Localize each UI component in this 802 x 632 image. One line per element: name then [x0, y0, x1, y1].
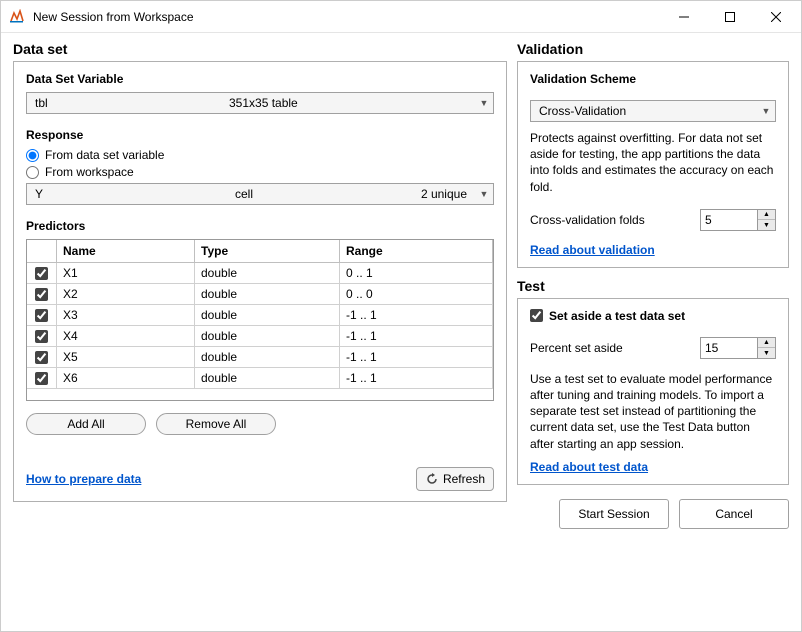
refresh-button[interactable]: Refresh — [416, 467, 494, 491]
predictor-range: -1 .. 1 — [340, 305, 493, 326]
predictor-checkbox[interactable] — [35, 372, 48, 385]
predictor-checkbox[interactable] — [35, 351, 48, 364]
how-to-prepare-data-link[interactable]: How to prepare data — [26, 472, 141, 486]
predictor-checkbox[interactable] — [35, 330, 48, 343]
add-all-button[interactable]: Add All — [26, 413, 146, 435]
predictor-name: X1 — [57, 263, 195, 284]
data-set-variable-dropdown[interactable]: tbl 351x35 table ▼ — [26, 92, 494, 114]
cv-folds-spinner[interactable]: ▲ ▼ — [700, 209, 776, 231]
predictor-range: -1 .. 1 — [340, 368, 493, 389]
spinner-up-icon[interactable]: ▲ — [758, 338, 775, 349]
test-title: Test — [517, 278, 789, 294]
predictor-name: X5 — [57, 347, 195, 368]
table-row[interactable]: X2double0 .. 0 — [27, 284, 493, 305]
read-about-validation-link[interactable]: Read about validation — [530, 243, 655, 257]
start-session-button[interactable]: Start Session — [559, 499, 669, 529]
table-row[interactable]: X4double-1 .. 1 — [27, 326, 493, 347]
predictor-type: double — [195, 284, 340, 305]
validation-title: Validation — [517, 41, 789, 57]
chevron-down-icon: ▼ — [757, 106, 775, 116]
predictor-name: X6 — [57, 368, 195, 389]
predictors-label: Predictors — [26, 219, 494, 233]
response-from-workspace-radio[interactable]: From workspace — [26, 165, 494, 179]
cv-folds-input[interactable] — [701, 210, 757, 230]
test-panel: Set aside a test data set Percent set as… — [517, 298, 789, 485]
variable-name-seg: tbl — [27, 96, 221, 110]
predictor-type: double — [195, 368, 340, 389]
predictors-body[interactable]: X1double0 .. 1X2double0 .. 0X3double-1 .… — [27, 263, 493, 400]
response-variable-dropdown[interactable]: Y cell 2 unique ▼ — [26, 183, 494, 205]
predictor-type: double — [195, 347, 340, 368]
data-set-title: Data set — [13, 41, 507, 57]
test-description: Use a test set to evaluate model perform… — [530, 371, 776, 452]
read-about-test-link[interactable]: Read about test data — [530, 460, 648, 474]
validation-description: Protects against overfitting. For data n… — [530, 130, 776, 195]
col-type: Type — [195, 240, 340, 263]
cancel-button[interactable]: Cancel — [679, 499, 789, 529]
refresh-icon — [425, 472, 439, 486]
spinner-down-icon[interactable]: ▼ — [758, 220, 775, 230]
predictor-range: -1 .. 1 — [340, 347, 493, 368]
percent-set-aside-label: Percent set aside — [530, 341, 700, 355]
validation-panel: Validation Scheme Cross-Validation ▼ Pro… — [517, 61, 789, 268]
window-close-button[interactable] — [753, 1, 799, 33]
predictor-name: X3 — [57, 305, 195, 326]
table-row[interactable]: X5double-1 .. 1 — [27, 347, 493, 368]
validation-scheme-label: Validation Scheme — [530, 72, 776, 86]
spinner-down-icon[interactable]: ▼ — [758, 348, 775, 358]
predictor-range: 0 .. 0 — [340, 284, 493, 305]
percent-spinner[interactable]: ▲ ▼ — [700, 337, 776, 359]
data-set-variable-label: Data Set Variable — [26, 72, 494, 86]
spinner-up-icon[interactable]: ▲ — [758, 210, 775, 221]
predictor-type: double — [195, 263, 340, 284]
table-row[interactable]: X3double-1 .. 1 — [27, 305, 493, 326]
predictors-table: Name Type Range X1double0 .. 1X2double0 … — [26, 239, 494, 401]
predictor-name: X2 — [57, 284, 195, 305]
window-minimize-button[interactable] — [661, 1, 707, 33]
titlebar: New Session from Workspace — [1, 1, 801, 33]
predictor-type: double — [195, 305, 340, 326]
predictor-range: -1 .. 1 — [340, 326, 493, 347]
predictor-type: double — [195, 326, 340, 347]
predictor-checkbox[interactable] — [35, 288, 48, 301]
col-range: Range — [340, 240, 493, 263]
window-title: New Session from Workspace — [33, 10, 661, 24]
predictor-checkbox[interactable] — [35, 267, 48, 280]
app-icon — [9, 9, 25, 25]
remove-all-button[interactable]: Remove All — [156, 413, 276, 435]
cv-folds-label: Cross-validation folds — [530, 213, 700, 227]
response-label: Response — [26, 128, 494, 142]
table-row[interactable]: X1double0 .. 1 — [27, 263, 493, 284]
variable-dims-seg: 351x35 table — [221, 96, 415, 110]
response-from-dataset-radio[interactable]: From data set variable — [26, 148, 494, 162]
predictor-name: X4 — [57, 326, 195, 347]
set-aside-test-checkbox[interactable]: Set aside a test data set — [530, 309, 776, 323]
data-set-panel: Data Set Variable tbl 351x35 table ▼ Res… — [13, 61, 507, 502]
predictor-checkbox[interactable] — [35, 309, 48, 322]
table-row[interactable]: X6double-1 .. 1 — [27, 368, 493, 389]
window-maximize-button[interactable] — [707, 1, 753, 33]
chevron-down-icon: ▼ — [475, 98, 493, 108]
validation-scheme-dropdown[interactable]: Cross-Validation ▼ — [530, 100, 776, 122]
predictor-range: 0 .. 1 — [340, 263, 493, 284]
percent-input[interactable] — [701, 338, 757, 358]
col-name: Name — [57, 240, 195, 263]
chevron-down-icon: ▼ — [475, 189, 493, 199]
